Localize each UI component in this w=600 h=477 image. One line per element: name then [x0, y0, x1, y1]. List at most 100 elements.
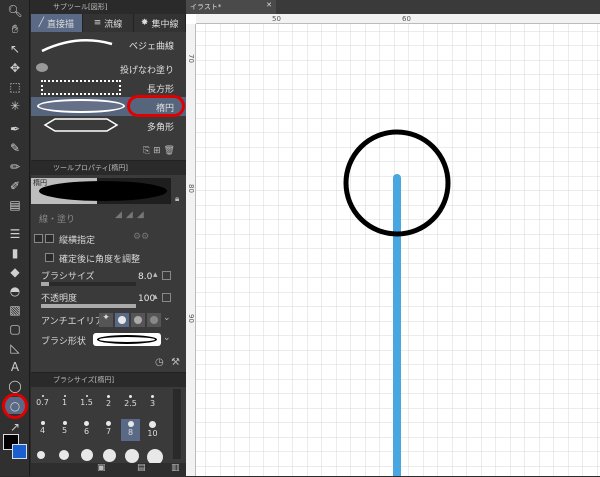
correct-line-icon[interactable]: ↗ — [5, 418, 25, 435]
pencil-icon[interactable]: ✏ — [5, 158, 25, 175]
size-cell-6[interactable]: 6 — [77, 419, 96, 441]
sub-item-lasso-fill[interactable]: 投げなわ塗り — [31, 59, 186, 78]
aspect-row: 縦横指定 ⚙⚙ — [31, 231, 186, 249]
pen-icon[interactable]: ✎ — [5, 139, 25, 156]
sub-item-polygon[interactable]: 多角形 — [31, 116, 186, 135]
close-tab-icon[interactable]: ✕ — [266, 1, 272, 9]
antialias-none-option[interactable]: ✦ — [99, 313, 113, 327]
stroke-preview-ellipse — [39, 181, 167, 201]
text-icon[interactable]: A — [5, 358, 25, 375]
aspect-checkbox[interactable] — [45, 234, 54, 243]
line-fill-icons[interactable]: ◢◢◢ — [115, 210, 148, 220]
frame-icon[interactable]: ▢ — [5, 320, 25, 337]
brush-size-scrollbar[interactable] — [173, 389, 181, 459]
fill-icon[interactable]: ◓ — [5, 282, 25, 299]
size-cell-2[interactable]: 2 — [99, 393, 118, 415]
rectangle-preview-icon — [41, 80, 121, 95]
polygon-preview-icon — [43, 118, 119, 132]
blend-icon[interactable]: ◆ — [5, 263, 25, 280]
antialias-dropdown-icon[interactable]: ⌄ — [163, 313, 171, 323]
aspect-expand-toggle[interactable] — [34, 234, 43, 243]
highlight-ring-ellipse — [127, 95, 185, 117]
size-cell-8[interactable]: 8 — [121, 419, 140, 441]
brush-size-lock-icon[interactable] — [162, 271, 171, 280]
opacity-stepper-icon[interactable]: ▴ — [153, 292, 158, 302]
sub-tool-actions: ⎘ ⊞ 🗑︎ — [143, 146, 175, 156]
brush-size-header: ブラシサイズ[楕円] — [31, 373, 186, 387]
size-cell-3[interactable]: 3 — [143, 393, 162, 415]
opacity-row: 不透明度 100 ▴ — [31, 290, 186, 308]
aspect-icons[interactable]: ⚙⚙ — [133, 232, 149, 242]
sub-item-bezier[interactable]: ベジェ曲線 — [31, 35, 186, 54]
wrench-icon[interactable]: ⚒ — [171, 357, 180, 368]
airbrush-icon[interactable]: ▤ — [5, 196, 25, 213]
size-cell-5[interactable]: 5 — [55, 419, 74, 441]
canvas-tab-bar: イラスト* ✕ — [186, 0, 600, 14]
zoom-icon[interactable]: 🔍︎ — [5, 2, 25, 19]
bottom-toolbar: ▣ ▤ ▥ — [31, 463, 186, 477]
brush-size-value[interactable]: 8.0 — [138, 272, 152, 282]
brush-size-row: ブラシサイズ 8.0 ▴ — [31, 268, 186, 286]
antialias-strong-option[interactable] — [147, 313, 161, 327]
tab-direct-draw[interactable]: ╱ 直接描 — [31, 14, 83, 32]
sub-color-swatch[interactable] — [12, 444, 27, 459]
antialias-medium-option[interactable] — [131, 313, 145, 327]
tab-saturated-line[interactable]: ✸ 集中線 — [134, 14, 187, 32]
balloon-icon[interactable]: ◯ — [5, 377, 25, 394]
saturated-line-icon: ✸ — [140, 18, 149, 28]
hand-icon[interactable]: ✋︎ — [5, 21, 25, 38]
ellipse-preview-icon — [37, 99, 125, 113]
operation-icon[interactable]: ↖ — [5, 40, 25, 57]
antialias-row: アンチエイリアス ✦ ⌄ — [41, 313, 171, 327]
brush-shape-dropdown-icon[interactable]: ⌄ — [163, 333, 171, 343]
size-cell-7[interactable]: 7 — [99, 419, 118, 441]
size-cell-1.5[interactable]: 1.5 — [77, 393, 96, 415]
brush-size-settings-icon[interactable]: ▣ — [97, 463, 106, 473]
line-tool-icon: ╱ — [38, 18, 45, 28]
opacity-slider[interactable] — [41, 304, 136, 308]
size-cell-1[interactable]: 1 — [55, 393, 74, 415]
selection-icon[interactable]: ⬚ — [5, 78, 25, 95]
eyedropper-icon[interactable]: ✒ — [5, 120, 25, 137]
copy-subtool-icon[interactable]: ⎘ — [143, 146, 150, 156]
eraser-icon[interactable]: ▮ — [5, 244, 25, 261]
canvas-area[interactable] — [186, 0, 600, 476]
bezier-preview-icon — [41, 39, 113, 53]
delete-subtool-icon[interactable]: 🗑︎ — [164, 146, 175, 156]
brush-size-add-icon[interactable]: ▤ — [137, 463, 146, 473]
ruler-icon[interactable]: ◺ — [5, 339, 25, 356]
size-cell-2.5[interactable]: 2.5 — [121, 393, 140, 415]
opacity-lock-icon[interactable] — [162, 293, 171, 302]
move-layer-icon[interactable]: ✥ — [5, 59, 25, 76]
gradient-icon[interactable]: ▧ — [5, 301, 25, 318]
size-cell-4[interactable]: 4 — [33, 419, 52, 441]
highlight-ring-figure-tool — [2, 393, 28, 419]
tool-property-header: ツールプロパティ[楕円] — [31, 161, 186, 175]
antialias-weak-option[interactable] — [115, 313, 129, 327]
tab-stream-line[interactable]: ≡ 流線 — [83, 14, 135, 32]
ruler-vertical: 70 80 90 — [186, 24, 196, 476]
sub-tool-header: サブツール[図形] — [31, 0, 186, 14]
size-row-3 — [35, 449, 171, 465]
clock-icon[interactable]: ◷ — [155, 357, 164, 368]
adjust-angle-row: 確定後に角度を調整 — [31, 250, 186, 268]
tool-property-panel: ツールプロパティ[楕円] 楕円 🔒︎ 線・塗り ◢◢◢ 縦横指定 ⚙⚙ 確定後に… — [31, 160, 186, 372]
brush-size-panel: ブラシサイズ[楕円] 0.7 1 1.5 2 2.5 3 4 5 6 7 8 1… — [31, 372, 186, 477]
brush-size-stepper-icon[interactable]: ▴ — [153, 270, 158, 280]
brush-size-slider[interactable] — [41, 282, 136, 286]
sub-tool-panel: サブツール[図形] ╱ 直接描 ≡ 流線 ✸ 集中線 ベジェ曲線 投げなわ塗り … — [31, 0, 187, 160]
size-cell-0.7[interactable]: 0.7 — [33, 393, 52, 415]
adjust-angle-checkbox[interactable] — [45, 253, 54, 262]
lock-icon[interactable]: 🔒︎ — [175, 194, 179, 204]
document-tab[interactable]: イラスト* ✕ — [186, 0, 276, 14]
ruler-horizontal: 50 60 — [196, 14, 600, 24]
decoration-icon[interactable]: ☰ — [5, 225, 25, 242]
size-cell-10[interactable]: 10 — [143, 419, 162, 441]
brush-size-menu-icon[interactable]: ▥ — [171, 463, 180, 473]
create-subtool-icon[interactable]: ⊞ — [153, 146, 161, 156]
sub-tool-tabs: ╱ 直接描 ≡ 流線 ✸ 集中線 — [31, 14, 187, 32]
auto-select-icon[interactable]: ✳ — [5, 97, 25, 114]
brush-shape-preview[interactable] — [93, 333, 161, 346]
stream-line-icon: ≡ — [93, 18, 102, 28]
brush-icon[interactable]: ✐ — [5, 177, 25, 194]
